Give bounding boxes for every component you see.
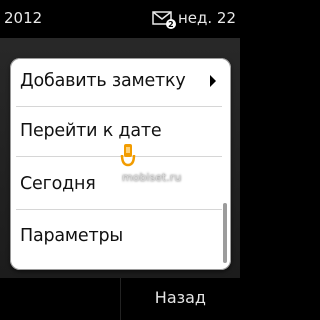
menu-scrollbar[interactable] xyxy=(223,203,227,263)
menu-item-label: Добавить заметку xyxy=(20,71,186,91)
week-indicator: нед. 22 xyxy=(177,9,236,27)
phone-screen: 2012 2 нед. 22 Добавить заметку Перейти … xyxy=(0,0,240,320)
menu-item-label: Перейти к дате xyxy=(20,121,162,141)
back-softkey[interactable]: Назад xyxy=(155,288,206,307)
message-envelope-icon: 2 xyxy=(152,11,176,29)
menu-item-add-note[interactable]: Добавить заметку xyxy=(20,58,220,104)
submenu-arrow-icon xyxy=(210,75,216,87)
watermark-text: mobiset.ru xyxy=(122,171,182,184)
status-right: 2 нед. 22 xyxy=(152,9,236,29)
status-bar: 2012 2 нед. 22 xyxy=(0,0,240,38)
message-count-badge: 2 xyxy=(165,19,176,29)
status-year: 2012 xyxy=(4,9,43,27)
menu-divider xyxy=(16,209,222,210)
menu-item-label: Сегодня xyxy=(20,174,96,194)
menu-item-settings[interactable]: Параметры xyxy=(20,213,220,259)
menu-divider xyxy=(16,106,222,107)
softkey-separator xyxy=(120,278,121,320)
scrollbar-thumb[interactable] xyxy=(223,203,227,263)
softkey-bar: Назад xyxy=(0,278,240,320)
mobiset-logo-icon xyxy=(119,143,137,169)
menu-item-label: Параметры xyxy=(20,226,124,246)
